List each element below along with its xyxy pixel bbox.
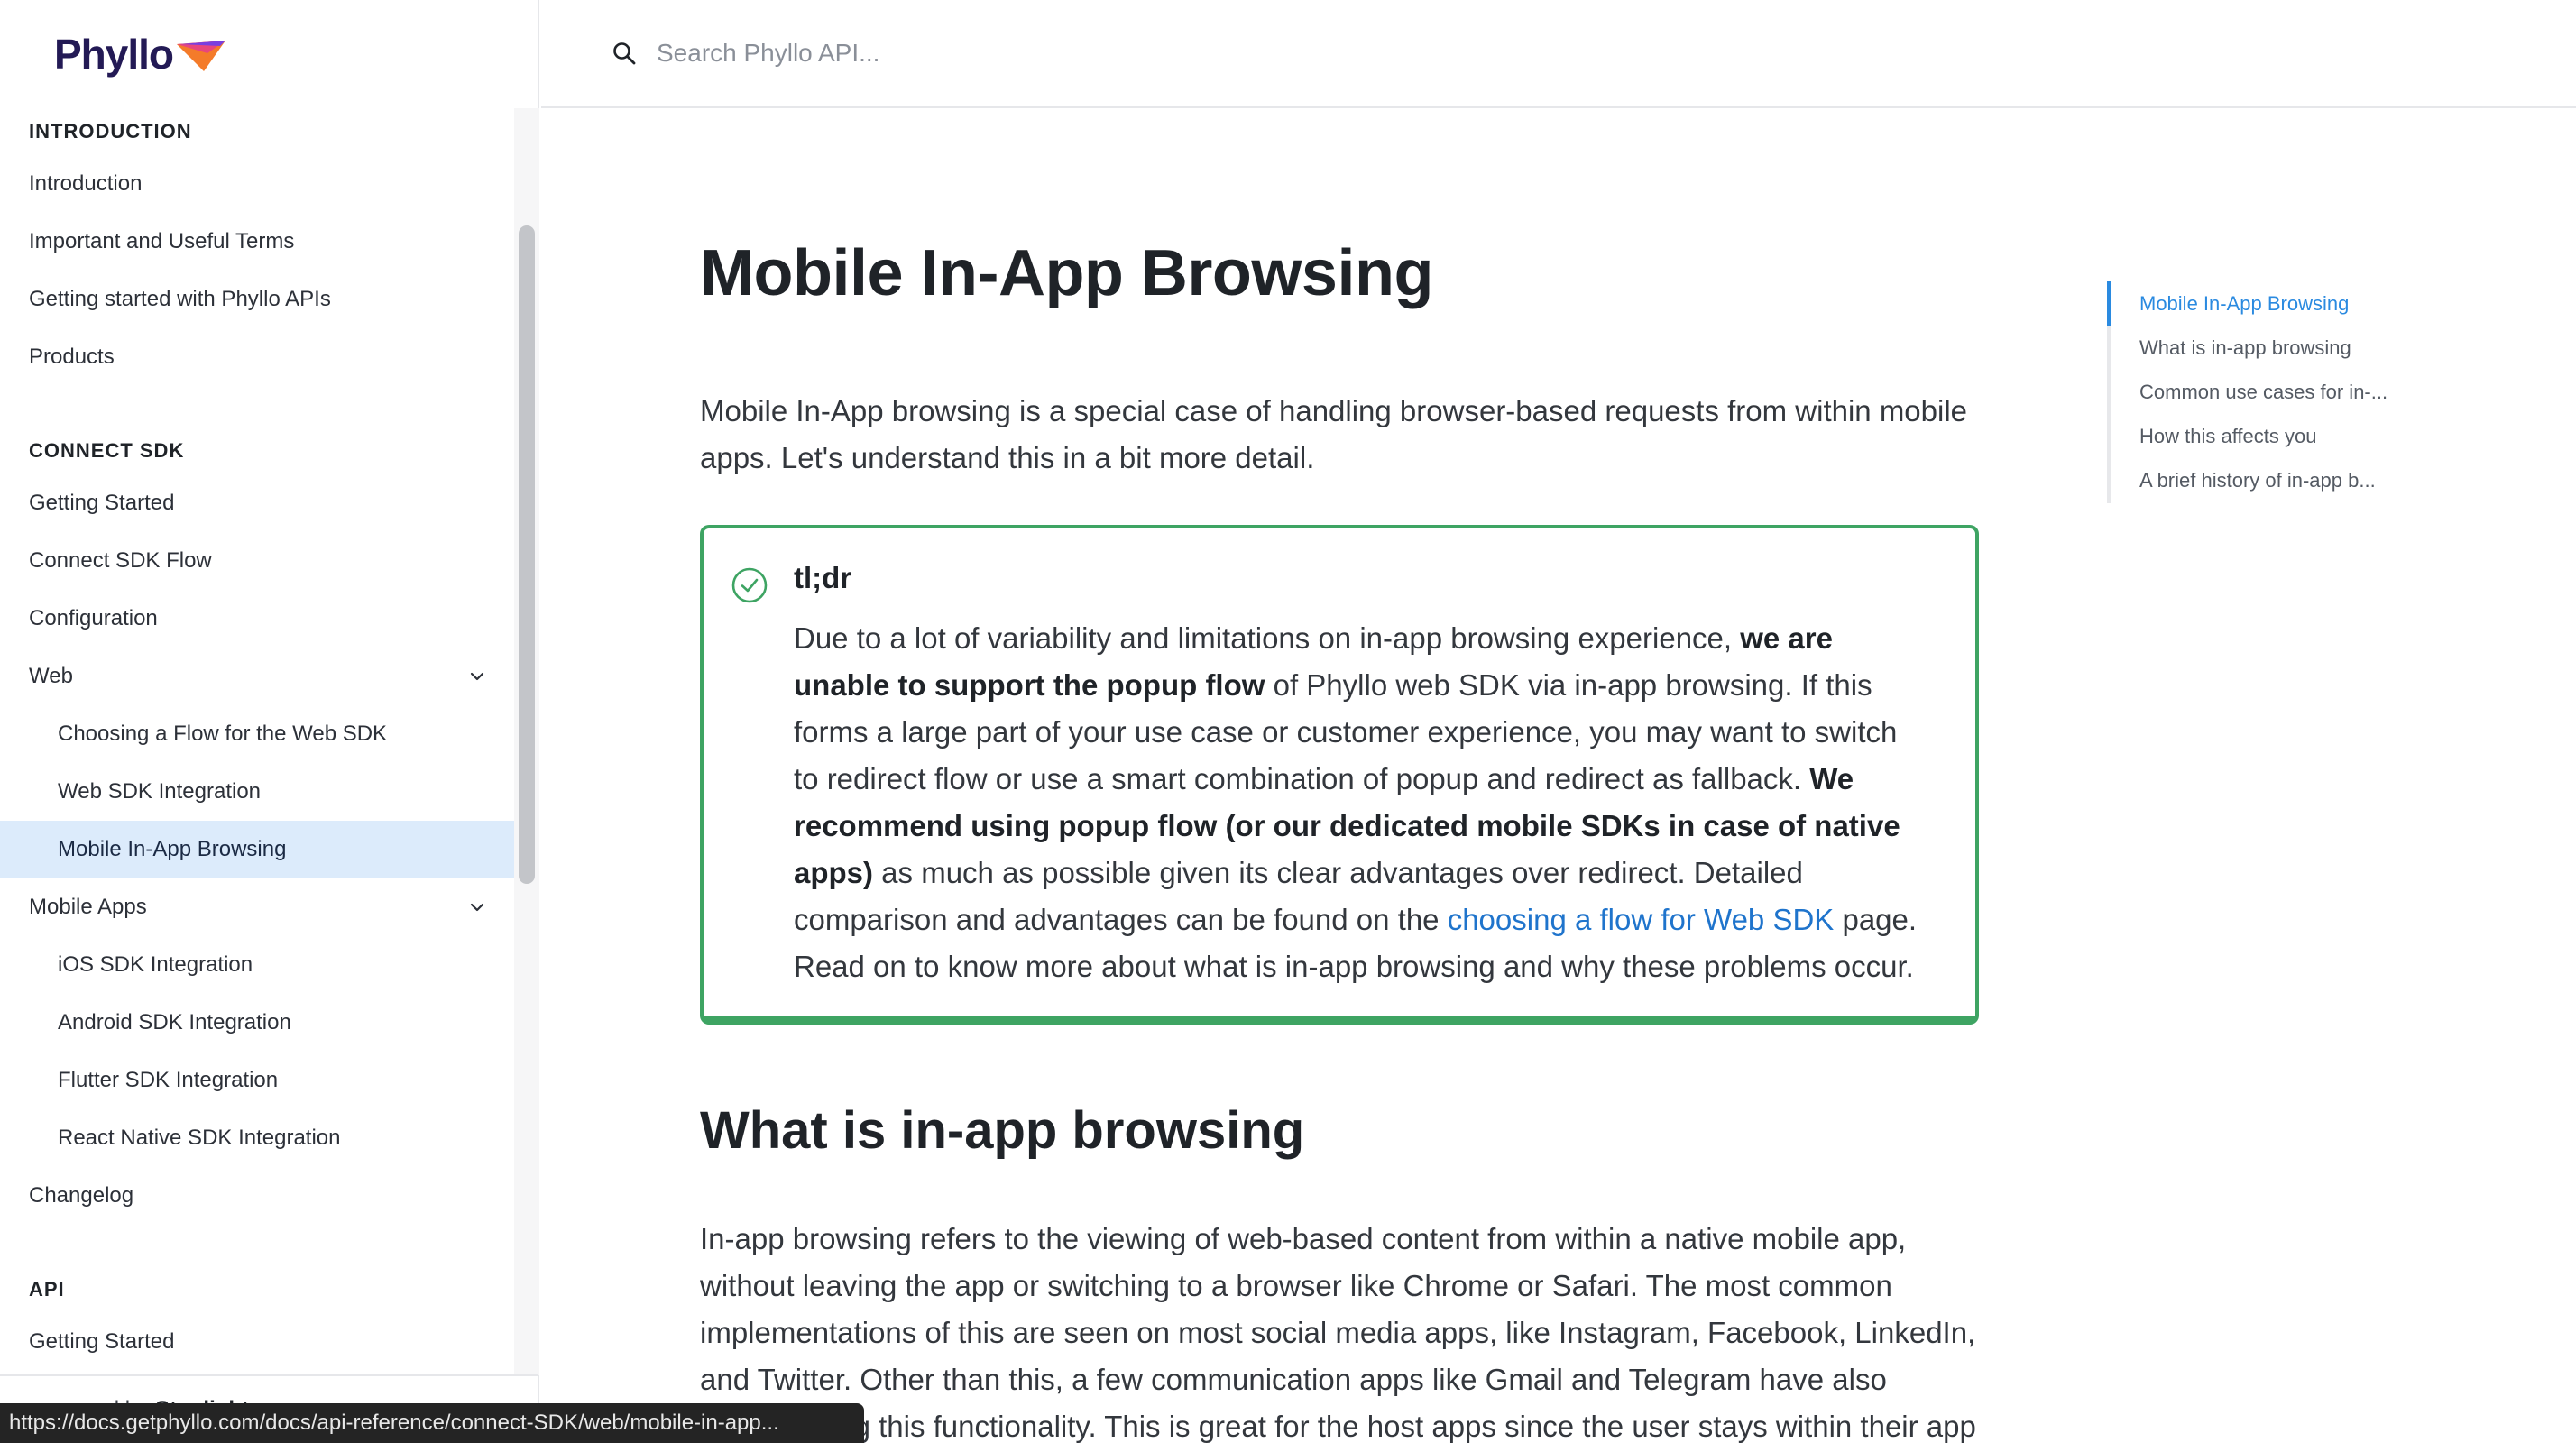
sidebar-item-label: Important and Useful Terms	[29, 229, 295, 253]
top-search-bar	[541, 0, 2576, 108]
sidebar-item-label: Android SDK Integration	[58, 1010, 291, 1034]
toc-item[interactable]: How this affects you	[2111, 414, 2486, 458]
search-icon	[613, 42, 636, 65]
sidebar-item-flutter-sdk[interactable]: Flutter SDK Integration	[0, 1052, 514, 1109]
sidebar-item-label: Mobile In-App Browsing	[58, 837, 287, 861]
sidebar-item-label: iOS SDK Integration	[58, 952, 253, 977]
sidebar-item-web-sdk-integration[interactable]: Web SDK Integration	[0, 763, 514, 821]
sidebar-item-label: Configuration	[29, 606, 158, 630]
toc-item[interactable]: A brief history of in-app b...	[2111, 458, 2486, 502]
sidebar-item-choosing-flow[interactable]: Choosing a Flow for the Web SDK	[0, 705, 514, 763]
sidebar-item-getting-started[interactable]: Getting Started	[0, 474, 514, 532]
sidebar-item-label: Web SDK Integration	[58, 779, 262, 804]
sidebar-item-label: Connect SDK Flow	[29, 548, 212, 573]
sidebar-item-api-getting-started[interactable]: Getting Started	[0, 1313, 514, 1371]
toc-active-indicator	[2107, 281, 2111, 326]
brand-name: Phyllo	[54, 31, 174, 78]
sidebar-item-label: Introduction	[29, 171, 143, 196]
callout-body: Due to a lot of variability and limitati…	[794, 615, 1921, 990]
search-input[interactable]	[657, 39, 1378, 68]
check-circle-icon	[731, 567, 768, 603]
toc-item[interactable]: Common use cases for in-...	[2111, 370, 2486, 414]
sidebar-item-important-terms[interactable]: Important and Useful Terms	[0, 213, 514, 271]
sidebar-item-configuration[interactable]: Configuration	[0, 590, 514, 648]
callout-title: tl;dr	[794, 561, 852, 594]
page-title: Mobile In-App Browsing	[700, 237, 1433, 309]
sidebar-item-label: Choosing a Flow for the Web SDK	[58, 722, 388, 746]
sidebar-item-products[interactable]: Products	[0, 328, 514, 386]
brand-logo[interactable]: Phyllo	[54, 27, 226, 81]
sidebar-item-label: Getting started with Phyllo APIs	[29, 287, 331, 311]
sidebar-item-introduction[interactable]: Introduction	[0, 155, 514, 213]
tldr-callout: tl;dr Due to a lot of variability and li…	[700, 525, 1979, 1025]
sidebar-item-label: Flutter SDK Integration	[58, 1068, 279, 1092]
sidebar-item-web[interactable]: Web	[0, 648, 514, 705]
sidebar-item-label: Web	[29, 664, 73, 688]
chevron-down-icon[interactable]	[467, 897, 487, 917]
sidebar-item-label: React Native SDK Integration	[58, 1126, 341, 1150]
sidebar-item-label: Changelog	[29, 1183, 134, 1208]
sidebar-item-mobile-apps[interactable]: Mobile Apps	[0, 878, 514, 936]
sidebar-item-label: Products	[29, 345, 115, 369]
sidebar-item-label: Getting Started	[29, 491, 175, 515]
sidebar: Phyllo INTRODUCTION Introduction Importa…	[0, 0, 539, 1443]
sidebar-nav: INTRODUCTION Introduction Important and …	[0, 108, 514, 1375]
sidebar-section-introduction: INTRODUCTION	[29, 120, 192, 142]
sidebar-item-label: Mobile Apps	[29, 895, 147, 919]
callout-text: Due to a lot of variability and limitati…	[794, 621, 1741, 655]
sidebar-item-mobile-in-app-browsing[interactable]: Mobile In-App Browsing	[0, 821, 514, 878]
sidebar-section-connect-sdk: CONNECT SDK	[29, 439, 185, 462]
sidebar-item-connect-sdk-flow[interactable]: Connect SDK Flow	[0, 532, 514, 590]
choosing-flow-link[interactable]: choosing a flow for Web SDK	[1448, 903, 1835, 936]
section-heading: What is in-app browsing	[700, 1101, 1305, 1160]
sidebar-item-ios-sdk[interactable]: iOS SDK Integration	[0, 936, 514, 994]
intro-paragraph: Mobile In-App browsing is a special case…	[700, 394, 1968, 474]
link-status-url: https://docs.getphyllo.com/docs/api-refe…	[0, 1403, 864, 1443]
brand-mark-icon	[177, 41, 226, 71]
sidebar-item-react-native-sdk[interactable]: React Native SDK Integration	[0, 1109, 514, 1167]
table-of-contents: Mobile In-App Browsing What is in-app br…	[2107, 281, 2486, 503]
toc-item[interactable]: What is in-app browsing	[2111, 326, 2486, 370]
section-paragraph: In-app browsing refers to the viewing of…	[700, 1222, 1976, 1443]
chevron-down-icon[interactable]	[467, 666, 487, 686]
sidebar-item-android-sdk[interactable]: Android SDK Integration	[0, 994, 514, 1052]
toc-item[interactable]: Mobile In-App Browsing	[2111, 281, 2486, 326]
sidebar-item-getting-started-apis[interactable]: Getting started with Phyllo APIs	[0, 271, 514, 328]
sidebar-item-label: Getting Started	[29, 1329, 175, 1354]
article: Mobile In-App Browsing Mobile In-App bro…	[700, 108, 1981, 1443]
sidebar-scrollbar-thumb[interactable]	[519, 225, 535, 884]
sidebar-section-api: API	[29, 1278, 65, 1301]
sidebar-item-changelog[interactable]: Changelog	[0, 1167, 514, 1225]
